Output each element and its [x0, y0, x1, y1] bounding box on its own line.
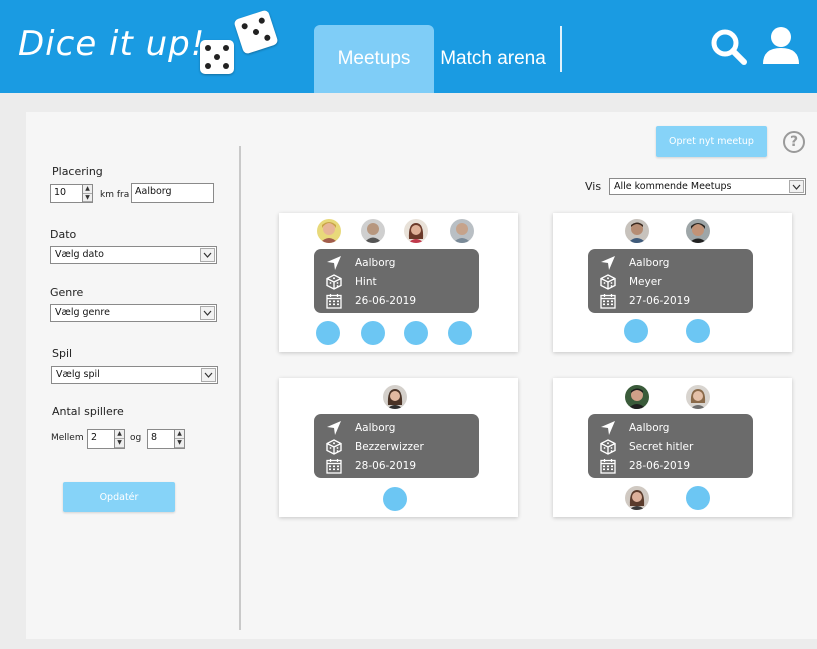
max-players-stepper[interactable]: 8 ▲ ▼: [147, 429, 185, 449]
between-label: Mellem: [51, 433, 84, 443]
update-button[interactable]: Opdatér: [63, 482, 175, 512]
filter-label: Vis: [585, 180, 602, 193]
dice-icon: [233, 9, 279, 55]
open-seat-slot[interactable]: [624, 319, 648, 343]
min-players-stepper[interactable]: 2 ▲ ▼: [87, 429, 125, 449]
calendar-icon: [326, 293, 342, 309]
participant-avatar[interactable]: [404, 219, 428, 243]
participant-avatar[interactable]: [625, 219, 649, 243]
min-players-value: 2: [91, 432, 98, 443]
location-icon: [600, 420, 616, 436]
open-seat-slot[interactable]: [686, 319, 710, 343]
participant-avatar[interactable]: [317, 219, 341, 243]
meetup-info-box: Aalborg Hint 26-06-2019: [314, 249, 479, 313]
search-icon[interactable]: [710, 28, 748, 66]
open-seat-slot[interactable]: [686, 486, 710, 510]
and-label: og: [130, 433, 142, 443]
meetup-location: Aalborg: [629, 421, 670, 434]
tab-match-arena[interactable]: Match arena: [434, 25, 552, 93]
distance-unit-label: km fra: [100, 190, 130, 200]
filter-select-value: Alle kommende Meetups: [614, 181, 732, 192]
participant-avatar[interactable]: [383, 385, 407, 409]
chevron-down-icon: [200, 248, 215, 262]
calendar-icon: [600, 458, 616, 474]
game-dice-icon: [600, 274, 616, 290]
genre-select-value: Vælg genre: [55, 307, 110, 318]
participant-avatar[interactable]: [450, 219, 474, 243]
top-bar: Dice it up! Meetups Match arena: [0, 0, 817, 93]
location-label: Placering: [52, 165, 103, 178]
players-label: Antal spillere: [52, 405, 124, 418]
genre-label: Genre: [50, 286, 84, 299]
distance-stepper[interactable]: 10 ▲ ▼: [50, 184, 93, 203]
location-icon: [326, 420, 342, 436]
chevron-down-icon: [201, 368, 216, 382]
tab-divider: [560, 26, 562, 72]
filter-select[interactable]: Alle kommende Meetups: [609, 178, 806, 195]
date-select[interactable]: Vælg dato: [50, 246, 217, 264]
participant-avatar[interactable]: [361, 219, 385, 243]
meetup-info-box: Aalborg Secret hitler 28-06-2019: [588, 414, 753, 478]
game-select[interactable]: Vælg spil: [51, 366, 218, 384]
date-label: Dato: [50, 228, 77, 241]
meetup-card[interactable]: Aalborg Secret hitler 28-06-2019: [553, 378, 792, 517]
city-input[interactable]: Aalborg: [131, 183, 214, 203]
meetup-game: Hint: [355, 275, 377, 288]
meetup-date: 26-06-2019: [355, 294, 417, 307]
game-dice-icon: [600, 439, 616, 455]
meetup-game: Meyer: [629, 275, 662, 288]
meetup-card[interactable]: Aalborg Bezzerwizzer 28-06-2019: [279, 378, 518, 517]
max-players-spinner[interactable]: ▲ ▼: [174, 430, 184, 448]
meetup-game: Bezzerwizzer: [355, 440, 424, 453]
open-seat-slot[interactable]: [361, 321, 385, 345]
open-seat-slot[interactable]: [404, 321, 428, 345]
meetup-game: Secret hitler: [629, 440, 694, 453]
participant-avatar[interactable]: [625, 486, 649, 510]
date-select-value: Vælg dato: [55, 249, 104, 260]
meetup-date: 28-06-2019: [355, 459, 417, 472]
create-meetup-button[interactable]: Opret nyt meetup: [656, 126, 767, 157]
open-seat-slot[interactable]: [383, 487, 407, 511]
game-label: Spil: [52, 347, 73, 360]
game-select-value: Vælg spil: [56, 369, 100, 380]
meetup-card[interactable]: Aalborg Hint 26-06-2019: [279, 213, 518, 352]
genre-select[interactable]: Vælg genre: [50, 304, 217, 322]
location-icon: [326, 255, 342, 271]
location-icon: [600, 255, 616, 271]
tab-meetups[interactable]: Meetups: [314, 25, 434, 93]
max-players-value: 8: [151, 432, 158, 443]
game-dice-icon: [326, 439, 342, 455]
meetup-card[interactable]: Aalborg Meyer 27-06-2019: [553, 213, 792, 352]
user-icon[interactable]: [760, 24, 802, 66]
sidebar-divider: [239, 146, 241, 630]
calendar-icon: [326, 458, 342, 474]
meetup-location: Aalborg: [355, 256, 396, 269]
meetup-date: 28-06-2019: [629, 459, 691, 472]
participant-avatar[interactable]: [686, 219, 710, 243]
meetup-date: 27-06-2019: [629, 294, 691, 307]
distance-spinner[interactable]: ▲ ▼: [82, 185, 92, 202]
participant-avatar[interactable]: [625, 385, 649, 409]
open-seat-slot[interactable]: [448, 321, 472, 345]
min-players-spinner[interactable]: ▲ ▼: [114, 430, 124, 448]
game-dice-icon: [326, 274, 342, 290]
open-seat-slot[interactable]: [316, 321, 340, 345]
meetup-info-box: Aalborg Bezzerwizzer 28-06-2019: [314, 414, 479, 478]
app-logo: Dice it up!: [18, 24, 206, 64]
dice-icon: [200, 40, 234, 74]
chevron-down-icon: [789, 180, 804, 193]
meetup-location: Aalborg: [629, 256, 670, 269]
calendar-icon: [600, 293, 616, 309]
meetup-location: Aalborg: [355, 421, 396, 434]
participant-avatar[interactable]: [686, 385, 710, 409]
chevron-down-icon: [200, 306, 215, 320]
distance-value: 10: [54, 187, 67, 198]
help-icon[interactable]: ?: [783, 131, 805, 153]
meetup-info-box: Aalborg Meyer 27-06-2019: [588, 249, 753, 313]
